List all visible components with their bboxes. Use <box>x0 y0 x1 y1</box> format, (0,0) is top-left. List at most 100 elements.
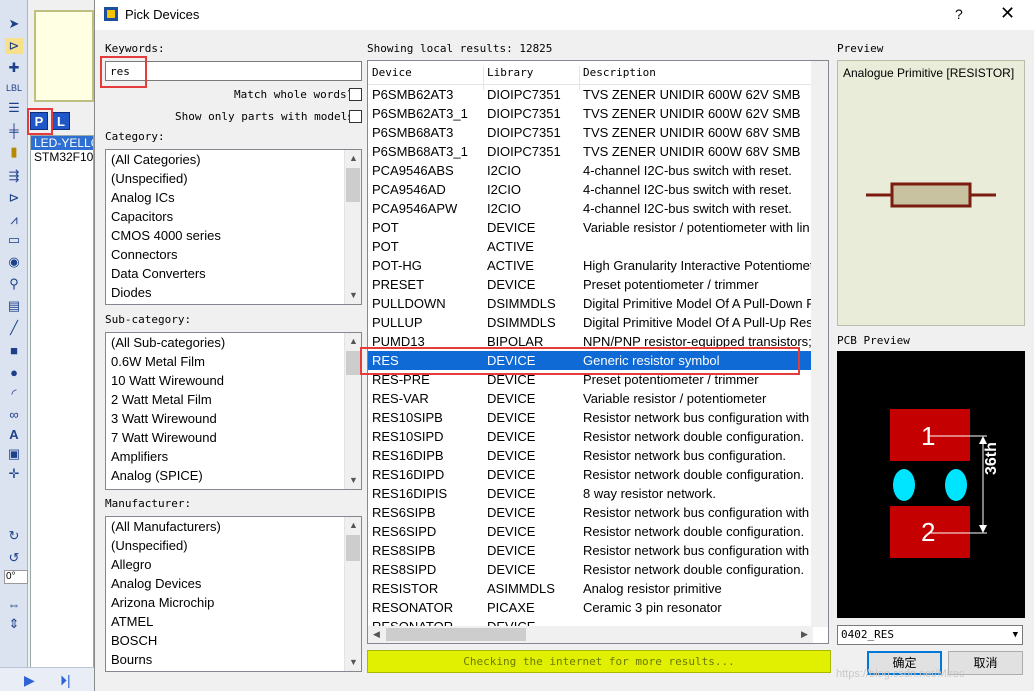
scroll-down-icon[interactable]: ▼ <box>345 654 361 671</box>
result-row[interactable]: RES-VAR DEVICE Variable resistor / potenti… <box>368 389 813 408</box>
result-row[interactable]: RESONATOR PICAXE Ceramic 3 pin resonator <box>368 598 813 617</box>
device-list-item-selected[interactable]: LED-YELLOW <box>31 136 93 150</box>
result-row[interactable]: POT-HG ACTIVE High Granularity Interactive… <box>368 256 813 275</box>
category-scrollbar[interactable]: ▲ ▼ <box>344 150 361 304</box>
select-arrow-icon[interactable]: ➤ <box>5 16 23 32</box>
column-device[interactable]: Device <box>372 66 412 79</box>
path-icon[interactable]: ∞ <box>5 406 23 422</box>
result-row[interactable]: PCA9546APW I2CIO 4-channel I2C-bus switch … <box>368 199 813 218</box>
marker-icon[interactable]: ✛ <box>5 466 23 482</box>
subcategory-item[interactable]: Amplifiers <box>106 447 361 466</box>
result-row[interactable]: POT ACTIVE <box>368 237 813 256</box>
subcategory-item[interactable]: 3 Watt Wirewound <box>106 409 361 428</box>
chevron-down-icon[interactable]: ▼ <box>1013 626 1018 644</box>
category-item[interactable]: (Unspecified) <box>106 169 361 188</box>
subcategory-item[interactable]: (All Sub-categories) <box>106 333 361 352</box>
device-pin-icon[interactable]: ⊳ <box>5 190 23 206</box>
label-icon[interactable]: LBL <box>5 80 23 96</box>
manufacturer-item[interactable]: ATMEL <box>106 612 361 631</box>
subcategory-item[interactable]: Analog (SPICE) <box>106 466 361 485</box>
result-row[interactable]: POT DEVICE Variable resistor / potentiomet… <box>368 218 813 237</box>
result-row[interactable]: P6SMB62AT3_1 DIOIPC7351 TVS ZENER UNIDIR 6… <box>368 104 813 123</box>
manufacturer-item[interactable]: Arizona Microchip <box>106 593 361 612</box>
category-item[interactable]: CMOS 4000 series <box>106 226 361 245</box>
manufacturer-item[interactable]: (All Manufacturers) <box>106 517 361 536</box>
column-description[interactable]: Description <box>583 66 656 79</box>
result-row[interactable]: RES16DIPIS DEVICE 8 way resistor network. <box>368 484 813 503</box>
library-manager-button[interactable]: L <box>52 112 70 130</box>
text-icon[interactable]: A <box>5 426 23 442</box>
generator-icon[interactable]: ◉ <box>5 254 23 270</box>
graph-icon[interactable]: ⩘ <box>5 212 23 228</box>
manufacturer-scrollbar[interactable]: ▲ ▼ <box>344 517 361 671</box>
column-library[interactable]: Library <box>487 66 533 79</box>
text-script-icon[interactable]: ☰ <box>5 100 23 116</box>
overview-window[interactable] <box>34 10 94 102</box>
manufacturer-item[interactable]: BOSCH <box>106 631 361 650</box>
scroll-thumb[interactable] <box>346 351 360 375</box>
terminal-icon[interactable]: ⇶ <box>5 168 23 184</box>
subcategory-item[interactable]: 2 Watt Metal Film <box>106 390 361 409</box>
result-row[interactable]: P6SMB62AT3 DIOIPC7351 TVS ZENER UNIDIR 600… <box>368 85 813 104</box>
scroll-up-icon[interactable]: ▲ <box>345 150 361 167</box>
subcategory-item[interactable]: 0.6W Metal Film <box>106 352 361 371</box>
category-item[interactable]: (All Categories) <box>106 150 361 169</box>
category-item[interactable]: Diodes <box>106 283 361 302</box>
result-row[interactable]: RES16DIPD DEVICE Resistor network double c… <box>368 465 813 484</box>
subcategory-item[interactable]: 7 Watt Wirewound <box>106 428 361 447</box>
scroll-right-icon[interactable]: ▶ <box>796 626 813 643</box>
result-row[interactable]: RES16DIPB DEVICE Resistor network bus conf… <box>368 446 813 465</box>
bus-icon[interactable]: ╪ <box>5 122 23 138</box>
result-row[interactable]: PCA9546AD I2CIO 4-channel I2C-bus switch w… <box>368 180 813 199</box>
virtual-instrument-icon[interactable]: ▤ <box>5 298 23 314</box>
play-icon[interactable]: ▶ <box>24 672 35 689</box>
result-row[interactable]: RES8SIPD DEVICE Resistor network double co… <box>368 560 813 579</box>
result-row[interactable]: PCA9546ABS I2CIO 4-channel I2C-bus switch … <box>368 161 813 180</box>
result-row[interactable]: RES10SIPB DEVICE Resistor network bus conf… <box>368 408 813 427</box>
scroll-thumb[interactable] <box>346 535 360 561</box>
manufacturer-item[interactable]: Allegro <box>106 555 361 574</box>
result-row[interactable]: RESISTOR ASIMMDLS Analog resistor primitiv… <box>368 579 813 598</box>
scroll-left-icon[interactable]: ◀ <box>368 626 385 643</box>
result-row[interactable]: RES6SIPD DEVICE Resistor network double co… <box>368 522 813 541</box>
mirror-x-icon[interactable]: ⇔ <box>5 596 23 612</box>
results-horizontal-scrollbar[interactable]: ◀ ▶ <box>368 626 813 643</box>
tape-recorder-icon[interactable]: ▭ <box>5 232 23 248</box>
manufacturer-item[interactable]: Analog Devices <box>106 574 361 593</box>
mirror-y-icon[interactable]: ⇕ <box>5 616 23 632</box>
manufacturer-item[interactable]: Bourns <box>106 650 361 669</box>
result-row[interactable]: PULLUP DSIMMDLS Digital Primitive Model Of… <box>368 313 813 332</box>
result-row[interactable]: PRESET DEVICE Preset potentiometer / trimm… <box>368 275 813 294</box>
step-icon[interactable]: ⏵| <box>60 672 71 689</box>
line-icon[interactable]: ╱ <box>5 320 23 336</box>
component-mode-icon[interactable]: ⊳ <box>5 38 23 54</box>
voltage-probe-icon[interactable]: ⚲ <box>5 276 23 292</box>
result-row[interactable]: P6SMB68AT3_1 DIOIPC7351 TVS ZENER UNIDIR 6… <box>368 142 813 161</box>
scroll-down-icon[interactable]: ▼ <box>345 287 361 304</box>
category-item[interactable]: Data Converters <box>106 264 361 283</box>
scroll-thumb[interactable] <box>386 628 526 641</box>
match-whole-words-checkbox[interactable] <box>349 88 362 101</box>
category-item[interactable]: Capacitors <box>106 207 361 226</box>
package-select[interactable]: 0402_RES ▼ <box>837 625 1023 645</box>
subcategory-scrollbar[interactable]: ▲ ▼ <box>344 333 361 489</box>
scroll-thumb[interactable] <box>346 168 360 202</box>
result-row[interactable]: RES6SIPB DEVICE Resistor network bus confi… <box>368 503 813 522</box>
symbol-icon[interactable]: ▣ <box>5 446 23 462</box>
subcircuit-icon[interactable]: ▮ <box>5 144 23 160</box>
close-button[interactable]: ✕ <box>1000 3 1015 24</box>
results-vertical-scrollbar[interactable] <box>811 61 828 627</box>
junction-icon[interactable]: ✚ <box>5 60 23 76</box>
result-row[interactable]: PULLDOWN DSIMMDLS Digital Primitive Model … <box>368 294 813 313</box>
category-item[interactable]: Analog ICs <box>106 188 361 207</box>
help-button[interactable]: ? <box>955 6 963 22</box>
rotation-field[interactable]: 0° <box>4 570 28 584</box>
circle-icon[interactable]: ● <box>5 364 23 380</box>
manufacturer-item[interactable]: (Unspecified) <box>106 536 361 555</box>
result-row[interactable]: RES10SIPD DEVICE Resistor network double c… <box>368 427 813 446</box>
scroll-down-icon[interactable]: ▼ <box>345 472 361 489</box>
category-item[interactable]: Connectors <box>106 245 361 264</box>
box-icon[interactable]: ■ <box>5 342 23 358</box>
subcategory-item[interactable]: 10 Watt Wirewound <box>106 371 361 390</box>
scroll-up-icon[interactable]: ▲ <box>345 517 361 534</box>
